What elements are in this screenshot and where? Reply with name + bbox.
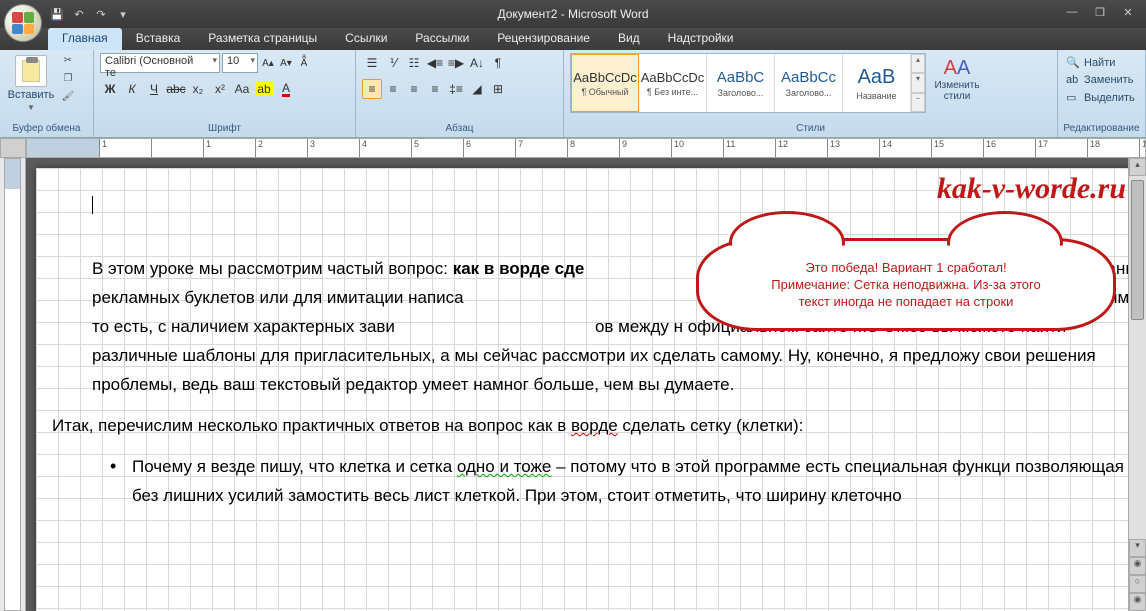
group-styles-label: Стили xyxy=(564,123,1057,134)
shrink-font-button[interactable]: A▾ xyxy=(278,54,294,72)
minimize-button[interactable]: ― xyxy=(1062,6,1082,22)
align-center-button[interactable]: ≡ xyxy=(383,79,403,99)
find-icon: 🔍 xyxy=(1066,56,1080,69)
highlight-button[interactable]: ab xyxy=(254,79,274,99)
clear-format-button[interactable]: Aͣ xyxy=(296,54,312,72)
close-button[interactable]: ✕ xyxy=(1118,6,1138,22)
vertical-ruler[interactable] xyxy=(0,158,26,611)
next-page-button[interactable]: ◉ xyxy=(1129,593,1146,611)
font-color-button[interactable]: A xyxy=(276,79,296,99)
find-button[interactable]: 🔍Найти xyxy=(1064,55,1117,70)
indent-increase-button[interactable]: ≡▶ xyxy=(446,53,466,73)
group-clipboard-label: Буфер обмена xyxy=(0,123,93,134)
quick-access-toolbar: 💾 ↶ ↷ ▾ xyxy=(48,5,132,23)
align-left-button[interactable]: ≡ xyxy=(362,79,382,99)
align-justify-button[interactable]: ≡ xyxy=(425,79,445,99)
style-heading2[interactable]: AaBbCcЗаголово... xyxy=(775,54,843,112)
grow-font-button[interactable]: A▴ xyxy=(260,54,276,72)
change-case-button[interactable]: Aa xyxy=(232,79,252,99)
sort-button[interactable]: A↓ xyxy=(467,53,487,73)
italic-button[interactable]: К xyxy=(122,79,142,99)
text-cursor xyxy=(92,196,93,214)
style-normal[interactable]: AaBbCcDc¶ Обычный xyxy=(571,54,639,112)
show-marks-button[interactable]: ¶ xyxy=(488,53,508,73)
tab-layout[interactable]: Разметка страницы xyxy=(194,28,331,50)
format-painter-icon[interactable]: 🖌 xyxy=(59,91,77,107)
subscript-button[interactable]: x₂ xyxy=(188,79,208,99)
shading-button[interactable]: ◢ xyxy=(467,79,487,99)
select-button[interactable]: ▭Выделить xyxy=(1064,90,1137,105)
borders-button[interactable]: ⊞ xyxy=(488,79,508,99)
paste-icon xyxy=(15,55,47,87)
strikethrough-button[interactable]: abc xyxy=(166,79,186,99)
undo-icon[interactable]: ↶ xyxy=(70,5,88,23)
tab-insert[interactable]: Вставка xyxy=(122,28,195,50)
change-styles-button[interactable]: AA Изменить стили xyxy=(929,53,985,102)
ribbon: Вставить ▼ ✂ ❐ 🖌 Буфер обмена Calibri (О… xyxy=(0,50,1146,138)
document-page[interactable]: kak-v-worde.ru Это победа! Вариант 1 сра… xyxy=(36,168,1128,611)
save-icon[interactable]: 💾 xyxy=(48,5,66,23)
group-font-label: Шрифт xyxy=(94,123,355,134)
styles-gallery[interactable]: AaBbCcDc¶ Обычный AaBbCcDc¶ Без инте... … xyxy=(570,53,926,113)
qat-customize-icon[interactable]: ▾ xyxy=(114,5,132,23)
bold-button[interactable]: Ж xyxy=(100,79,120,99)
style-heading1[interactable]: AaBbCЗаголово... xyxy=(707,54,775,112)
gallery-scroll[interactable]: ▴▾⎯ xyxy=(911,54,925,112)
tab-addins[interactable]: Надстройки xyxy=(654,28,748,50)
title-bar: 💾 ↶ ↷ ▾ Документ2 - Microsoft Word ― ❐ ✕ xyxy=(0,0,1146,28)
tab-review[interactable]: Рецензирование xyxy=(483,28,604,50)
horizontal-ruler[interactable]: 112345678910111213141516171819 xyxy=(0,138,1146,158)
maximize-button[interactable]: ❐ xyxy=(1090,6,1110,22)
tab-home[interactable]: Главная xyxy=(48,28,122,50)
browse-object-button[interactable]: ○ xyxy=(1129,575,1146,593)
group-paragraph-label: Абзац xyxy=(356,123,563,134)
superscript-button[interactable]: x² xyxy=(210,79,230,99)
group-editing-label: Редактирование xyxy=(1058,123,1145,134)
tab-mailings[interactable]: Рассылки xyxy=(401,28,483,50)
paste-button[interactable]: Вставить ▼ xyxy=(6,53,56,112)
multilevel-button[interactable]: ☷ xyxy=(404,53,424,73)
scroll-up-button[interactable]: ▴ xyxy=(1129,158,1146,176)
replace-button[interactable]: abЗаменить xyxy=(1064,73,1135,87)
prev-page-button[interactable]: ◉ xyxy=(1129,557,1146,575)
style-nospacing[interactable]: AaBbCcDc¶ Без инте... xyxy=(639,54,707,112)
scroll-down-button[interactable]: ▾ xyxy=(1129,539,1146,557)
replace-icon: ab xyxy=(1066,74,1080,86)
office-button[interactable] xyxy=(4,4,42,42)
ribbon-tabs: Главная Вставка Разметка страницы Ссылки… xyxy=(0,28,1146,50)
font-size-combo[interactable]: 10 xyxy=(222,53,258,73)
redo-icon[interactable]: ↷ xyxy=(92,5,110,23)
line-spacing-button[interactable]: ‡≡ xyxy=(446,79,466,99)
watermark-text: kak-v-worde.ru xyxy=(937,172,1126,206)
copy-icon[interactable]: ❐ xyxy=(59,73,77,89)
style-title[interactable]: AaBНазвание xyxy=(843,54,911,112)
callout-annotation: Это победа! Вариант 1 сработал! Примечан… xyxy=(696,238,1116,331)
bullets-button[interactable]: ☰ xyxy=(362,53,382,73)
select-icon: ▭ xyxy=(1066,91,1080,104)
window-title: Документ2 - Microsoft Word xyxy=(497,7,648,21)
vertical-scrollbar[interactable]: ▴ ▾ ◉ ○ ◉ xyxy=(1128,158,1146,611)
change-styles-icon: AA xyxy=(944,57,971,80)
font-family-combo[interactable]: Calibri (Основной те xyxy=(100,53,220,73)
cut-icon[interactable]: ✂ xyxy=(59,55,77,71)
office-logo-icon xyxy=(12,12,34,34)
underline-button[interactable]: Ч xyxy=(144,79,164,99)
tab-references[interactable]: Ссылки xyxy=(331,28,401,50)
indent-decrease-button[interactable]: ◀≡ xyxy=(425,53,445,73)
scroll-thumb[interactable] xyxy=(1131,180,1144,320)
align-right-button[interactable]: ≡ xyxy=(404,79,424,99)
numbering-button[interactable]: ⅟ xyxy=(383,53,403,73)
tab-view[interactable]: Вид xyxy=(604,28,654,50)
